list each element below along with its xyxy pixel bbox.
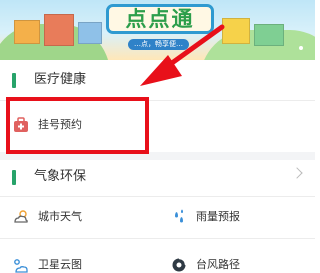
annotation-arrow	[140, 24, 225, 86]
